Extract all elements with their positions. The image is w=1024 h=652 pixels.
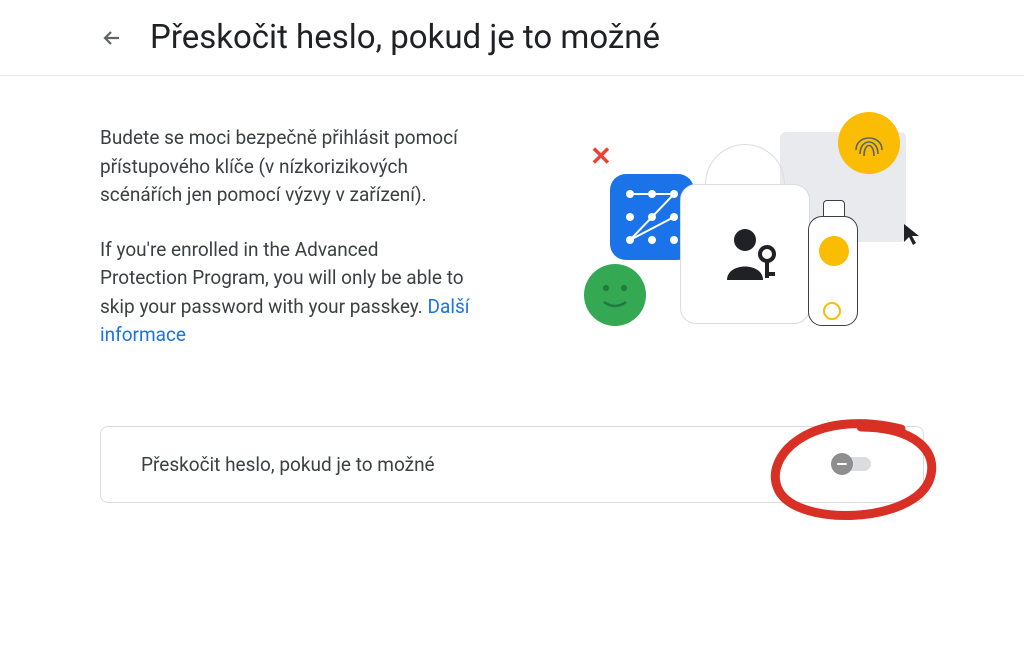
back-button[interactable] bbox=[100, 26, 124, 50]
cursor-icon bbox=[902, 222, 922, 251]
bottle-ring-icon bbox=[823, 302, 841, 320]
person-key-icon bbox=[725, 224, 783, 288]
description-row: Budete se moci bezpečně přihlásit pomocí… bbox=[100, 124, 924, 376]
toggle-label: Přeskočit heslo, pokud je to možné bbox=[141, 453, 435, 476]
illustration: •• ✕ bbox=[510, 124, 924, 344]
smiley-icon bbox=[584, 264, 646, 326]
description-column: Budete se moci bezpečně přihlásit pomocí… bbox=[100, 124, 470, 376]
description-paragraph-2: If you're enrolled in the Advanced Prote… bbox=[100, 236, 470, 350]
skip-password-toggle[interactable] bbox=[831, 454, 875, 474]
switch-thumb bbox=[831, 453, 853, 475]
toggle-card: Přeskočit heslo, pokud je to možné bbox=[100, 426, 924, 503]
page-title: Přeskočit heslo, pokud je to možné bbox=[150, 18, 660, 57]
content-area: Budete se moci bezpečně přihlásit pomocí… bbox=[0, 76, 1024, 543]
x-icon: ✕ bbox=[590, 142, 612, 172]
fingerprint-icon bbox=[838, 112, 900, 174]
bottle-dot-icon bbox=[819, 236, 849, 266]
page-header: Přeskočit heslo, pokud je to možné bbox=[0, 0, 1024, 76]
description-paragraph-1: Budete se moci bezpečně přihlásit pomocí… bbox=[100, 124, 470, 210]
description-paragraph-2-text: If you're enrolled in the Advanced Prote… bbox=[100, 238, 464, 318]
